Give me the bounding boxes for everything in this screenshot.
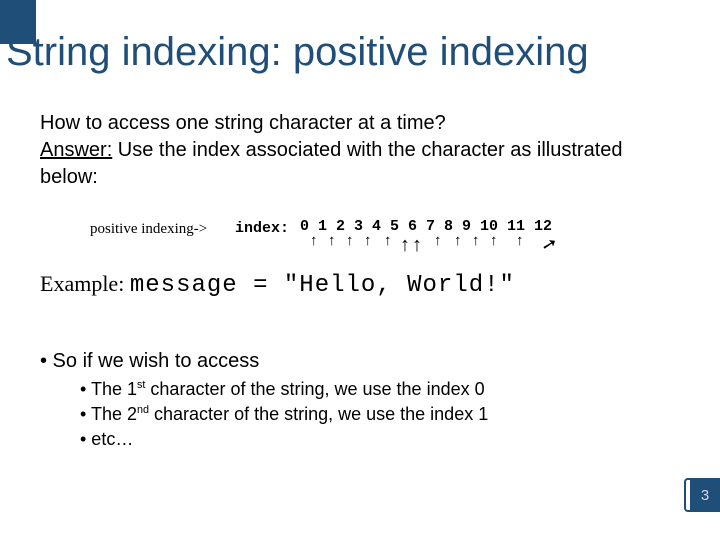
up-arrow-icon: ↑ [346,233,354,248]
slide-title: String indexing: positive indexing [6,30,589,75]
bullet-sub-2: • The 2nd character of the string, we us… [80,404,680,425]
bullet-sub-3: • etc… [80,429,680,450]
page-number: 3 [690,478,720,512]
up-arrow-icon: ↑ [364,233,372,248]
up-arrow-icon: ↑ [490,233,498,248]
up-arrow-icon: ↑ [412,235,422,255]
example-row: Example: message = "Hello, World!" [40,269,515,302]
up-arrow-icon: ↑ [516,233,524,248]
answer-text: Use the index associated with the charac… [40,139,623,188]
code-assignment: message = "Hello, World!" [130,272,515,299]
up-arrow-icon: ↑ [472,233,480,248]
bullet-main: • So if we wish to access [40,350,680,373]
index-label: index: [235,219,289,239]
up-arrow-icon: ↑ [328,233,336,248]
up-arrow-icon: ↑ [454,233,462,248]
bullet-list: • So if we wish to access • The 1st char… [40,350,680,450]
up-arrow-icon: ↑ [400,235,410,255]
up-arrow-icon: ↑ [310,233,318,248]
indexing-diagram: positive indexing-> index: 0 1 2 3 4 5 6… [40,209,680,309]
up-arrow-icon: ↑ [434,233,442,248]
up-arrow-icon: ↑ [384,233,392,248]
content-block: How to access one string character at a … [40,110,680,309]
question-text: How to access one string character at a … [40,110,680,137]
arrow-row: ↑ ↑ ↑ ↑ ↑ ↑ ↑ ↑ ↑ ↑ ↑ ↑ ➚ [300,233,660,265]
bullet-sub-1: • The 1st character of the string, we us… [80,379,680,400]
answer-label: Answer: [40,139,112,161]
curved-arrow-icon: ➚ [540,234,559,255]
example-label: Example: [40,271,124,296]
answer-line: Answer: Use the index associated with th… [40,137,680,191]
positive-indexing-label: positive indexing-> [90,219,207,239]
